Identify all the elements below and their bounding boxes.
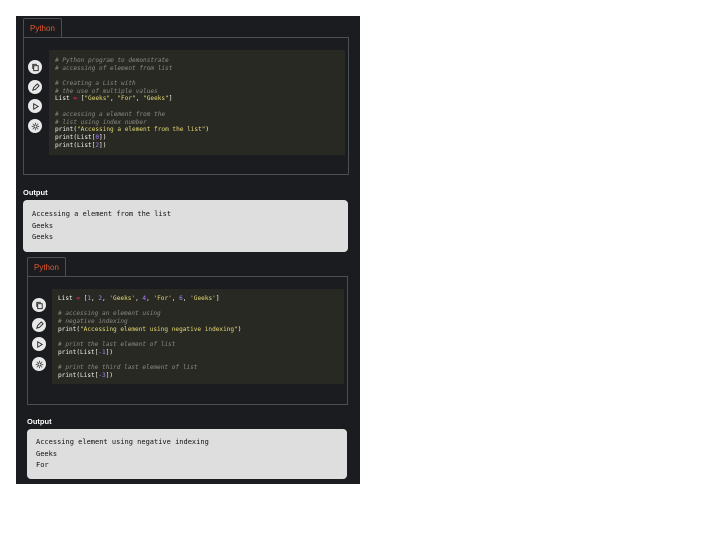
code-line: List = [1, 2, 'Geeks', 4, 'For', 6, 'Gee… [58,295,338,303]
output-box-1: Accessing a element from the list Geeks Ge… [23,200,348,252]
output-line: Geeks [32,233,54,242]
code-line: print(List[-1]) [58,349,338,357]
code-token: # negative indexing [58,318,128,326]
code-line: # accessing a element from the [55,111,339,119]
output-label-2: Output [27,417,52,426]
code-token: "Accessing a element from the list" [77,126,206,134]
theme-icon[interactable] [32,357,46,371]
output-line: Geeks [32,221,54,230]
output-box-2: Accessing element using negative indexin… [27,429,347,479]
code-token: print( [55,126,78,134]
code-line: print(List[0]) [55,134,339,142]
code-token: -3 [98,371,106,379]
output-line: Accessing a element from the list [32,210,172,218]
page: Python # Python program to demonstrate # … [16,16,360,484]
code-token: # print the third last element of list [58,364,198,372]
code-panel-1: # Python program to demonstrate # accessi… [23,37,349,175]
copy-icon[interactable] [28,60,42,74]
code-token: # accessing an element using [58,310,161,318]
code-token: List [55,95,74,103]
tab-python-2[interactable]: Python [27,257,66,277]
code-editor-2[interactable]: List = [1, 2, 'Geeks', 4, 'For', 6, 'Gee… [52,289,344,384]
code-line: print("Accessing element using negative … [58,326,338,334]
output-line: For [36,461,49,470]
code-line: # print the third last element of list [58,364,338,372]
theme-icon[interactable] [28,119,42,133]
output-line: Accessing element using negative indexin… [36,438,209,446]
code-line: # list using index number [55,119,339,127]
code-token: ) [205,126,210,134]
code-token: ]) [105,371,114,379]
code-token: # print the last element of list [58,341,176,349]
code-line: # print the last element of list [58,341,338,349]
edit-icon[interactable] [32,318,46,332]
code-line: print("Accessing a element from the list… [55,126,339,134]
code-token: # Python program to demonstrate [55,57,169,64]
code-token: ]) [99,133,107,141]
code-panel-2: List = [1, 2, 'Geeks', 4, 'For', 6, 'Gee… [27,276,348,405]
code-line: List = ["Geeks", "For", "Geeks"] [55,95,339,103]
code-line: print(List[2]) [55,142,339,150]
code-token: "For" [117,95,136,103]
code-line: # the use of multiple values [55,88,339,96]
output-line: Geeks [36,449,58,458]
code-token: print( [58,325,81,333]
run-icon[interactable] [32,337,46,351]
code-line: # accessing an element using [58,310,338,318]
copy-icon[interactable] [32,298,46,312]
code-token: 'Geeks' [109,295,136,302]
code-token: # the use of multiple values [55,87,158,95]
code-line: # negative indexing [58,318,338,326]
code-token: List [58,295,77,302]
code-line: print(List[-3]) [58,372,338,380]
code-token: ]) [105,348,114,356]
code-token: ]) [99,141,107,149]
code-token: ) [237,325,242,333]
code-token: # accessing of element from list [55,64,173,72]
run-icon[interactable] [28,99,42,113]
output-label-1: Output [23,188,48,197]
code-token: ] [168,95,173,103]
code-line: # Creating a List with [55,80,339,88]
code-token: print(List[ [55,133,96,141]
edit-icon[interactable] [28,80,42,94]
code-token: ] [215,295,220,302]
code-token: "Geeks" [84,95,111,103]
code-token: # list using index number [55,118,147,126]
code-token: # accessing a element from the [55,110,166,118]
tab-python-1[interactable]: Python [23,18,62,38]
code-toolbar-1 [28,38,44,174]
code-editor-1[interactable]: # Python program to demonstrate # accessi… [49,50,345,155]
code-token: -1 [98,348,106,356]
code-token: 'Geeks' [190,295,216,302]
code-token: 'For' [153,295,172,302]
code-toolbar-2 [32,277,48,404]
code-token: print(List[ [58,348,99,356]
code-token: , [135,95,144,103]
code-token: print(List[ [55,141,96,149]
code-line: # accessing of element from list [55,65,339,73]
code-token: "Accessing element using negative indexi… [80,325,238,333]
code-token: print(List[ [58,371,99,379]
code-line: # Python program to demonstrate [55,57,339,65]
code-token: # Creating a List with [55,80,136,88]
code-token: "Geeks" [143,95,169,103]
